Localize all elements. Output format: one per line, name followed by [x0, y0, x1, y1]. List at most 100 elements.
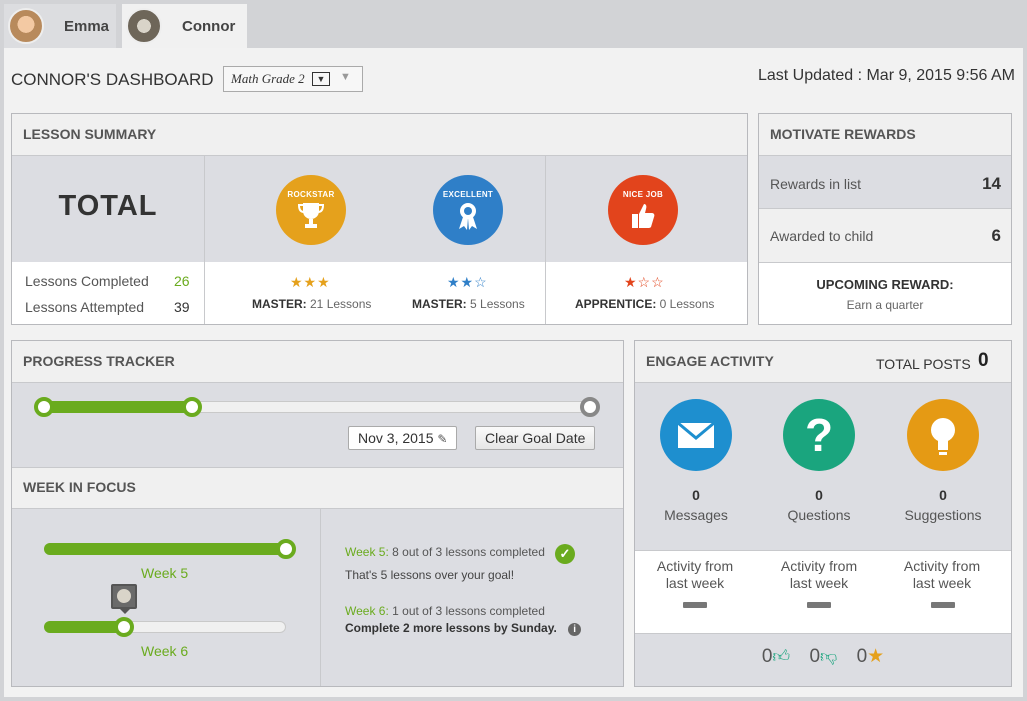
rewards-in-list-label: Rewards in list [770, 176, 862, 192]
rewards-in-list-value: 14 [982, 174, 1001, 193]
subject-value: Math Grade 2 [231, 71, 305, 86]
week5-label: Week 5 [141, 565, 189, 581]
week6-summary-text: 1 out of 3 lessons completed [388, 604, 545, 618]
lightbulb-icon[interactable] [907, 399, 979, 471]
excellent-stars: ★★☆ [447, 274, 488, 290]
rockstar-stars: ★★★ [290, 274, 331, 290]
motivate-rewards-panel: MOTIVATE REWARDS Rewards in list 14 Awar… [758, 113, 1012, 325]
messages-activity-indicator [683, 602, 707, 608]
week6-note: Complete 2 more lessons by Sunday. i [345, 621, 582, 636]
goal-date-value: Nov 3, 2015 [358, 430, 434, 446]
awarded-to-child-label: Awarded to child [770, 228, 874, 244]
last-updated: Last Updated : Mar 9, 2015 9:56 AM [757, 67, 1015, 84]
progress-goal-knob[interactable] [580, 397, 600, 417]
tab-emma[interactable]: Emma [4, 4, 116, 48]
thumbs-down-icon[interactable]: 👎︎ [820, 647, 837, 666]
suggestions-activity-indicator [931, 602, 955, 608]
ribbon-icon [459, 203, 477, 230]
panel-title: LESSON SUMMARY [12, 114, 747, 156]
progress-fill [42, 401, 192, 413]
nice-job-stars: ★☆☆ [624, 274, 665, 290]
upcoming-reward-label: UPCOMING REWARD: [816, 277, 954, 292]
badge-label: ROCKSTAR [287, 190, 335, 199]
questions-count: 0 [815, 487, 823, 503]
messages-activity-label: Activity from last week [656, 558, 734, 591]
panel-title: MOTIVATE REWARDS [759, 114, 1011, 156]
week5-summary-text: 8 out of 3 lessons completed [388, 545, 545, 559]
suggestions-label: Suggestions [904, 507, 982, 523]
avatar [126, 8, 162, 44]
edit-icon: ✎ [437, 432, 448, 446]
tab-label: Emma [64, 17, 110, 35]
clear-goal-date-button[interactable]: Clear Goal Date [475, 426, 596, 450]
total-heading: TOTAL [58, 190, 158, 222]
avatar-marker-icon [111, 584, 137, 609]
thumbs-down-count: 0 [809, 646, 821, 667]
dashboard: CONNOR'S DASHBOARD Math Grade 2 ▼ ▼ Last… [4, 48, 1023, 697]
lessons-attempted-value: 39 [174, 299, 190, 315]
child-tabs: Emma Connor [0, 0, 1027, 48]
week6-note-text: Complete 2 more lessons by Sunday. [345, 621, 557, 635]
suggestions-count: 0 [939, 487, 947, 503]
rockstar-level: MASTER: 21 Lessons [252, 297, 371, 311]
week6-knob[interactable] [114, 617, 134, 637]
rockstar-badge: ROCKSTAR [276, 175, 346, 245]
level-lessons: 5 Lessons [466, 297, 525, 311]
level-lessons: 21 Lessons [306, 297, 372, 311]
lessons-attempted-label: Lessons Attempted [25, 299, 145, 315]
week5-fill [44, 543, 286, 555]
thumbs-up-icon[interactable]: 👍︎ [772, 647, 790, 666]
total-posts-label: TOTAL POSTS [876, 356, 971, 372]
awarded-to-child-value: 6 [991, 226, 1001, 245]
messages-count: 0 [692, 487, 700, 503]
info-icon[interactable]: i [568, 623, 582, 636]
progress-tracker-panel: PROGRESS TRACKER Nov 3, 2015 ✎ Clear Goa… [11, 340, 624, 687]
goal-date-button[interactable]: Nov 3, 2015 ✎ [348, 426, 458, 450]
messages-icon[interactable] [660, 399, 732, 471]
lessons-completed-value: 26 [174, 273, 190, 289]
tab-label: Connor [182, 17, 236, 35]
check-icon: ✓ [555, 544, 575, 564]
excellent-level: MASTER: 5 Lessons [412, 297, 525, 311]
page-title: CONNOR'S DASHBOARD [11, 70, 214, 89]
badge-label: EXCELLENT [442, 190, 494, 199]
week-in-focus-title: WEEK IN FOCUS [23, 479, 136, 495]
thumbs-up-icon [632, 204, 655, 228]
panel-title: ENGAGE ACTIVITY [646, 353, 774, 369]
nice-job-level: APPRENTICE: 0 Lessons [575, 297, 714, 311]
week6-summary-label: Week 6: [345, 604, 389, 618]
week5-knob[interactable] [276, 539, 296, 559]
progress-start-knob[interactable] [34, 397, 54, 417]
level-label: MASTER: [412, 297, 467, 311]
panel-header: ENGAGE ACTIVITY TOTAL POSTS 0 [635, 341, 1011, 383]
suggestions-activity-label: Activity from last week [903, 558, 981, 591]
tab-connor[interactable]: Connor [122, 4, 247, 48]
lessons-completed-label: Lessons Completed [25, 273, 149, 289]
messages-label: Messages [664, 507, 728, 523]
subject-select[interactable]: Math Grade 2 ▼ ▼ [223, 66, 363, 92]
week6-label: Week 6 [141, 643, 189, 659]
star-icon[interactable]: ★ [867, 646, 884, 667]
week6-summary: Week 6: 1 out of 3 lessons completed [345, 604, 545, 618]
trophy-icon [298, 203, 324, 228]
engage-activity-panel: ENGAGE ACTIVITY TOTAL POSTS 0 ? 0 0 0 Me… [634, 340, 1012, 687]
week5-summary: Week 5: 8 out of 3 lessons completed [345, 545, 545, 559]
dropdown-arrow-icon: ▼ [340, 71, 351, 83]
total-posts-value: 0 [978, 350, 989, 371]
avatar [8, 8, 44, 44]
week5-note: That's 5 lessons over your goal! [345, 568, 515, 582]
questions-icon[interactable]: ? [783, 399, 855, 471]
questions-activity-indicator [807, 602, 831, 608]
week6-fill [44, 621, 124, 633]
panel-title: PROGRESS TRACKER [12, 341, 623, 383]
level-lessons: 0 Lessons [656, 297, 715, 311]
week5-summary-label: Week 5: [345, 545, 389, 559]
chevron-down-icon: ▼ [312, 72, 330, 86]
progress-current-knob[interactable] [182, 397, 202, 417]
badge-label: NICE JOB [622, 190, 664, 199]
nice-job-badge: NICE JOB [608, 175, 678, 245]
feedback-row: 0👍︎ 0👎︎ 0★ [635, 645, 1011, 668]
thumbs-up-count: 0 [761, 646, 773, 667]
stars-count: 0 [856, 646, 868, 667]
questions-activity-label: Activity from last week [780, 558, 858, 591]
